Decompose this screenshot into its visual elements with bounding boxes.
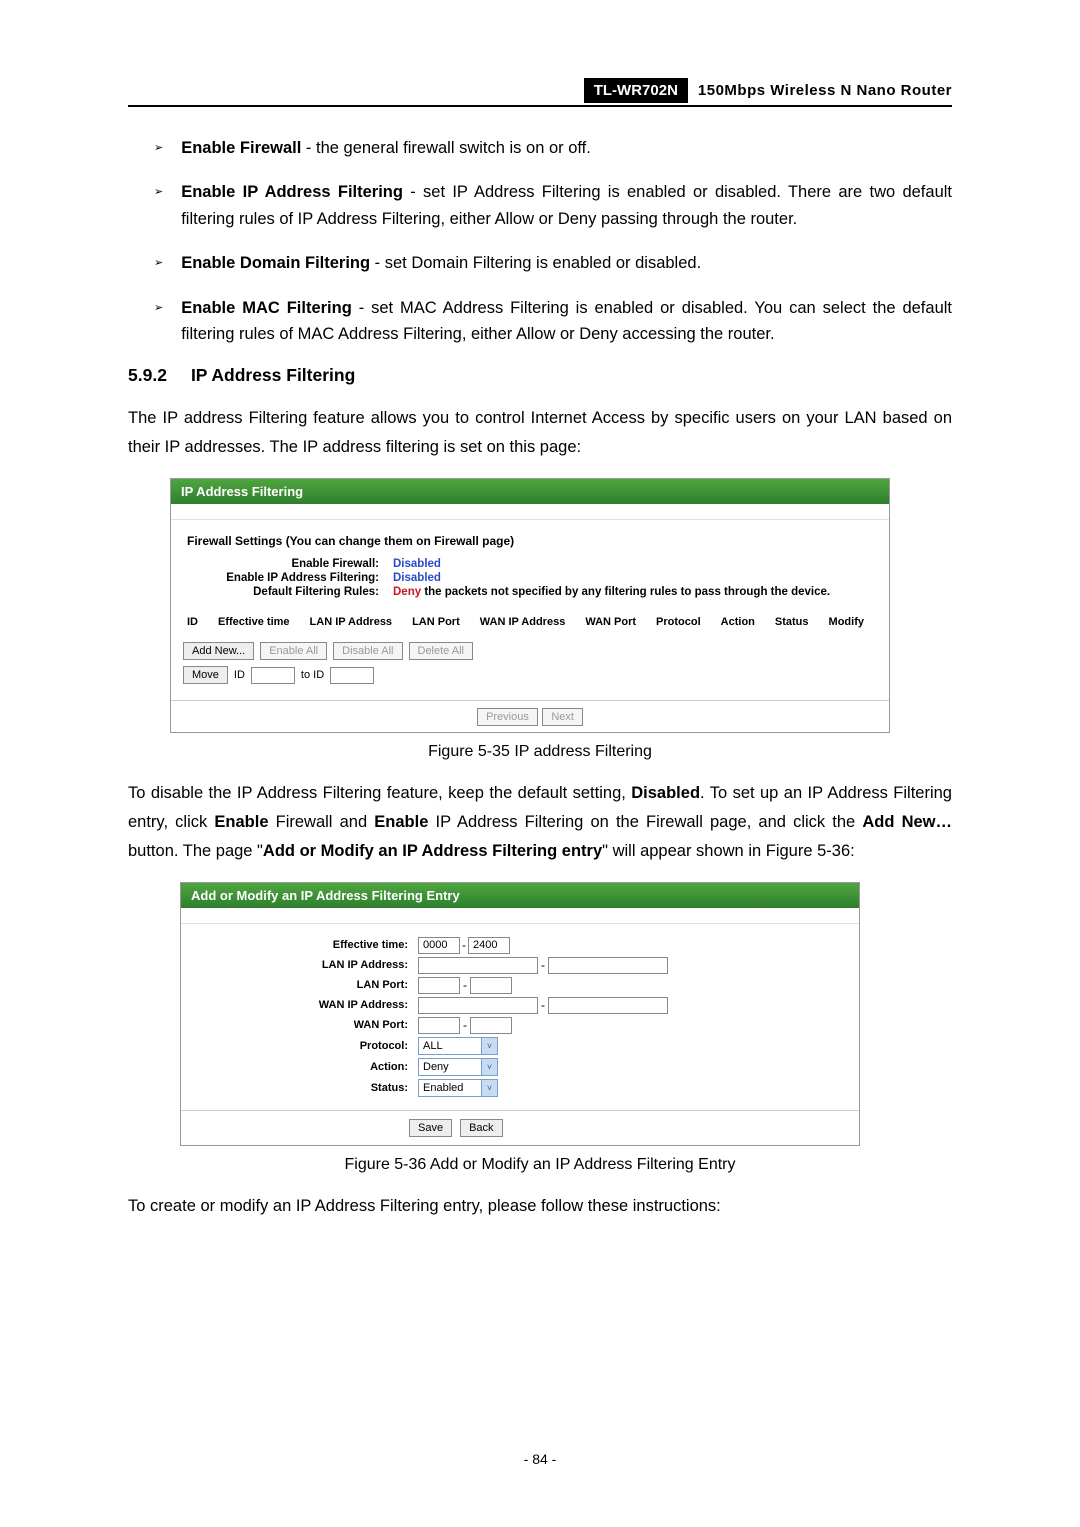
page-number: - 84 -	[0, 1451, 1080, 1467]
disable-all-button[interactable]: Disable All	[333, 642, 402, 660]
form-label: WAN IP Address:	[193, 999, 418, 1011]
figure-36-panel: Add or Modify an IP Address Filtering En…	[180, 882, 860, 1146]
status-select[interactable]: Enabled˅	[418, 1079, 498, 1097]
paragraph: To create or modify an IP Address Filter…	[128, 1192, 952, 1221]
setting-label: Enable IP Address Filtering:	[183, 572, 393, 584]
lan-ip-to-input[interactable]	[548, 957, 668, 974]
wan-port-to-input[interactable]	[470, 1017, 512, 1034]
form-label: Status:	[193, 1082, 418, 1094]
form-label: LAN Port:	[193, 979, 418, 991]
move-from-input[interactable]	[251, 667, 295, 684]
wan-ip-to-input[interactable]	[548, 997, 668, 1014]
next-button[interactable]: Next	[542, 708, 583, 726]
bullet-desc: - the general firewall switch is on or o…	[301, 139, 591, 157]
bullet-list: ➢ Enable Firewall - the general firewall…	[154, 135, 952, 347]
panel-header: Add or Modify an IP Address Filtering En…	[181, 883, 859, 908]
product-description: 150Mbps Wireless N Nano Router	[698, 82, 952, 99]
chevron-down-icon: ˅	[481, 1080, 497, 1096]
bullet-item: ➢ Enable IP Address Filtering - set IP A…	[154, 179, 952, 232]
add-new-button[interactable]: Add New...	[183, 642, 254, 660]
model-badge: TL-WR702N	[584, 78, 688, 103]
bullet-arrow-icon: ➢	[154, 250, 163, 276]
figure-caption: Figure 5-36 Add or Modify an IP Address …	[128, 1156, 952, 1174]
save-button[interactable]: Save	[409, 1119, 452, 1137]
bullet-desc: - set Domain Filtering is enabled or dis…	[370, 254, 701, 272]
previous-button[interactable]: Previous	[477, 708, 538, 726]
protocol-select[interactable]: ALL˅	[418, 1037, 498, 1055]
bullet-term: Enable Domain Filtering	[181, 254, 370, 272]
bullet-term: Enable IP Address Filtering	[181, 183, 403, 201]
lan-port-to-input[interactable]	[470, 977, 512, 994]
bullet-item: ➢ Enable MAC Filtering - set MAC Address…	[154, 295, 952, 348]
move-button[interactable]: Move	[183, 666, 228, 684]
setting-label: Enable Firewall:	[183, 558, 393, 570]
action-select[interactable]: Deny˅	[418, 1058, 498, 1076]
paragraph: To disable the IP Address Filtering feat…	[128, 779, 952, 866]
form-label: Action:	[193, 1061, 418, 1073]
page-header: TL-WR702N 150Mbps Wireless N Nano Router	[128, 78, 952, 107]
setting-label: Default Filtering Rules:	[183, 586, 393, 598]
paragraph: The IP address Filtering feature allows …	[128, 404, 952, 462]
bullet-arrow-icon: ➢	[154, 295, 163, 348]
settings-title: Firewall Settings (You can change them o…	[187, 534, 877, 548]
bullet-item: ➢ Enable Firewall - the general firewall…	[154, 135, 952, 161]
chevron-down-icon: ˅	[481, 1038, 497, 1054]
form-label: Effective time:	[193, 939, 418, 951]
form-label: WAN Port:	[193, 1019, 418, 1031]
chevron-down-icon: ˅	[481, 1059, 497, 1075]
form-label: Protocol:	[193, 1040, 418, 1052]
bullet-item: ➢ Enable Domain Filtering - set Domain F…	[154, 250, 952, 276]
table-header-row: ID Effective time LAN IP Address LAN Por…	[183, 616, 877, 628]
panel-header: IP Address Filtering	[171, 479, 889, 504]
to-id-label: to ID	[301, 669, 324, 681]
section-heading: 5.9.2 IP Address Filtering	[128, 365, 952, 386]
figure-35-panel: IP Address Filtering Firewall Settings (…	[170, 478, 890, 733]
effective-time-to-input[interactable]	[468, 937, 510, 954]
wan-port-from-input[interactable]	[418, 1017, 460, 1034]
section-title: IP Address Filtering	[191, 365, 355, 385]
enable-all-button[interactable]: Enable All	[260, 642, 327, 660]
effective-time-from-input[interactable]	[418, 937, 460, 954]
bullet-arrow-icon: ➢	[154, 179, 163, 232]
bullet-arrow-icon: ➢	[154, 135, 163, 161]
back-button[interactable]: Back	[460, 1119, 502, 1137]
setting-value: Disabled	[393, 558, 441, 570]
bullet-term: Enable MAC Filtering	[181, 299, 352, 317]
bullet-term: Enable Firewall	[181, 139, 301, 157]
setting-value: Deny the packets not specified by any fi…	[393, 586, 830, 598]
lan-ip-from-input[interactable]	[418, 957, 538, 974]
figure-caption: Figure 5-35 IP address Filtering	[128, 743, 952, 761]
id-label: ID	[234, 669, 245, 681]
section-number: 5.9.2	[128, 365, 167, 386]
lan-port-from-input[interactable]	[418, 977, 460, 994]
form-label: LAN IP Address:	[193, 959, 418, 971]
move-to-input[interactable]	[330, 667, 374, 684]
wan-ip-from-input[interactable]	[418, 997, 538, 1014]
setting-value: Disabled	[393, 572, 441, 584]
delete-all-button[interactable]: Delete All	[409, 642, 473, 660]
